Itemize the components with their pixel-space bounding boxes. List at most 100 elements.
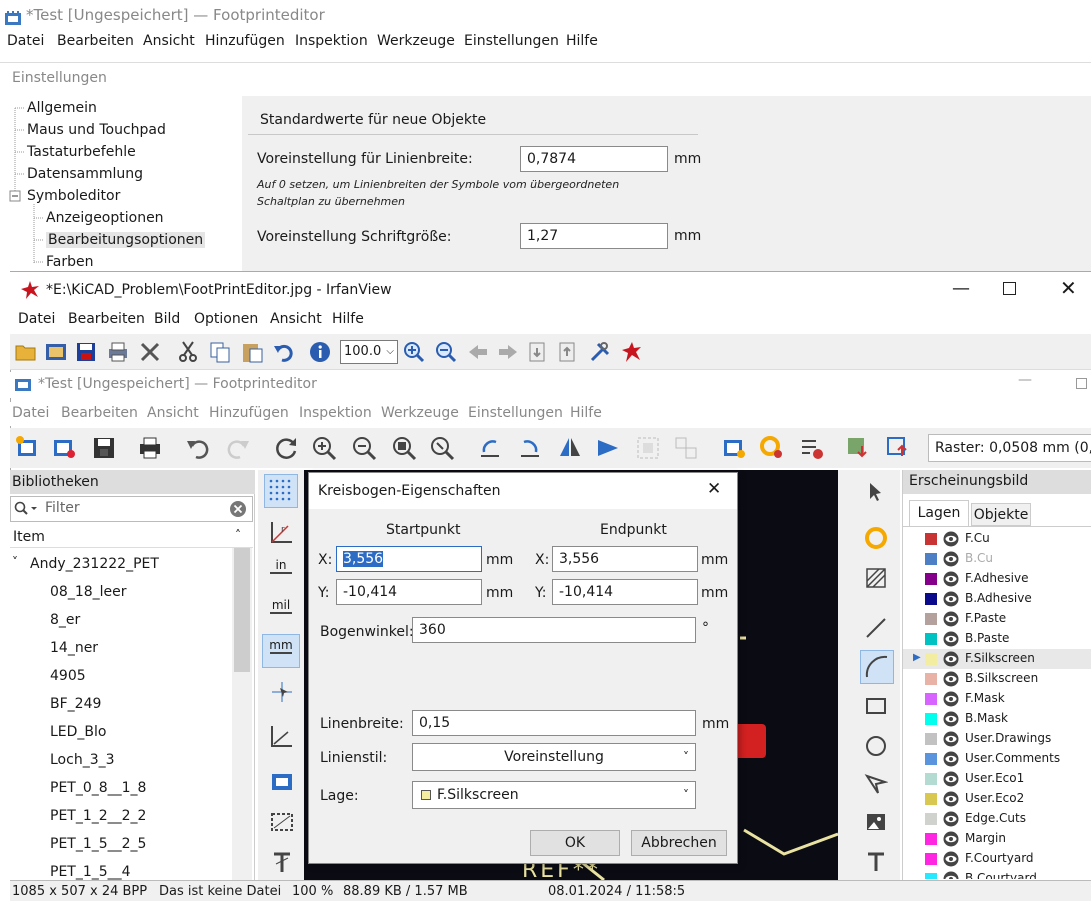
eye-icon[interactable] [943, 771, 959, 787]
zoom-selection-icon[interactable] [428, 434, 456, 462]
start-x-input[interactable]: 3,556 [336, 546, 482, 572]
units-mil-button[interactable]: mil [262, 598, 300, 626]
layer-color-swatch[interactable] [925, 613, 937, 625]
paste-icon[interactable] [240, 340, 264, 364]
list-item[interactable]: Loch_3_3 [50, 752, 115, 768]
angle-input[interactable]: 360 [412, 617, 696, 643]
ok-button[interactable]: OK [530, 830, 620, 856]
slideshow-icon[interactable] [44, 340, 68, 364]
layer-row[interactable]: F.Adhesive [903, 569, 1091, 589]
layer-row[interactable]: User.Eco1 [903, 769, 1091, 789]
tab-lagen[interactable]: Lagen [909, 500, 969, 526]
draw-rectangle-icon[interactable] [864, 694, 888, 718]
list-item[interactable]: PET_1_5__4 [50, 864, 131, 880]
zoom-select[interactable]: 100.0 ⌵ [340, 340, 398, 364]
menu-hilfe[interactable]: Hilfe [566, 33, 598, 49]
menu-datei[interactable]: Datei [7, 33, 44, 49]
footprint-properties-icon[interactable] [720, 434, 748, 462]
inner-print-icon[interactable] [136, 434, 164, 462]
tools-icon[interactable] [588, 340, 612, 364]
select-arrow-icon[interactable] [864, 480, 888, 504]
flip-icon[interactable] [594, 434, 622, 462]
font-size-input[interactable]: 1,27 [520, 223, 668, 249]
eye-icon[interactable] [943, 811, 959, 827]
rotate-ccw-icon[interactable] [476, 434, 504, 462]
layer-color-swatch[interactable] [925, 733, 937, 745]
zoom-fit-icon[interactable] [390, 434, 418, 462]
layer-color-swatch[interactable] [925, 793, 937, 805]
inner-menu-datei[interactable]: Datei [12, 405, 49, 421]
inner-zoom-out-icon[interactable] [350, 434, 378, 462]
inner-menu-hilfe[interactable]: Hilfe [570, 405, 602, 421]
layer-row[interactable]: B.Silkscreen [903, 669, 1091, 689]
scrollbar-thumb[interactable] [234, 548, 250, 672]
layer-row[interactable]: User.Drawings [903, 729, 1091, 749]
layer-row[interactable]: B.Cu [903, 549, 1091, 569]
filter-input[interactable]: Filter [45, 500, 80, 516]
zoom-in-icon[interactable] [402, 340, 426, 364]
grid-select[interactable]: Raster: 0,0508 mm (0,00 [928, 434, 1091, 462]
delete-icon[interactable] [138, 340, 162, 364]
iv-menu-ansicht[interactable]: Ansicht [270, 311, 322, 327]
clear-filter-icon[interactable] [229, 500, 247, 518]
eye-icon[interactable] [943, 851, 959, 867]
layer-row[interactable]: User.Comments [903, 749, 1091, 769]
next-icon[interactable] [496, 340, 520, 364]
iv-menu-bild[interactable]: Bild [154, 311, 180, 327]
cut-icon[interactable] [176, 340, 200, 364]
layer-color-swatch[interactable] [925, 873, 937, 879]
tree-item-farben[interactable]: Farben [46, 254, 93, 270]
tree-item-maus[interactable]: Maus und Touchpad [27, 122, 166, 138]
pad-display-icon[interactable] [268, 768, 296, 796]
eye-icon[interactable] [943, 791, 959, 807]
axes-icon[interactable] [268, 722, 296, 750]
inner-menu-inspektion[interactable]: Inspektion [299, 405, 372, 421]
list-item[interactable]: 08_18_leer [50, 584, 127, 600]
eye-icon[interactable] [943, 671, 959, 687]
list-item[interactable]: PET_0_8__1_8 [50, 780, 146, 796]
list-item[interactable]: LED_Blo [50, 724, 107, 740]
eye-icon[interactable] [943, 531, 959, 547]
layer-row[interactable]: Margin [903, 829, 1091, 849]
iv-menu-optionen[interactable]: Optionen [194, 311, 258, 327]
layer-color-swatch[interactable] [925, 553, 937, 565]
list-item[interactable]: 4905 [50, 668, 86, 684]
layer-color-swatch[interactable] [925, 673, 937, 685]
end-y-input[interactable]: -10,414 [552, 579, 698, 605]
linestyle-select[interactable]: Voreinstellung ˅ [412, 743, 696, 771]
chevron-down-icon[interactable]: ˅ [12, 555, 18, 569]
pad-settings-icon[interactable] [758, 434, 786, 462]
layer-row[interactable]: User.Eco2 [903, 789, 1091, 809]
layer-row[interactable]: Edge.Cuts [903, 809, 1091, 829]
inner-menu-einstellungen[interactable]: Einstellungen [468, 405, 563, 421]
eye-icon[interactable] [943, 551, 959, 567]
outline-display-icon[interactable] [268, 808, 296, 836]
add-pad-icon[interactable] [864, 526, 888, 550]
eye-icon[interactable] [943, 651, 959, 667]
inner-menu-werkzeuge[interactable]: Werkzeuge [381, 405, 459, 421]
layer-color-swatch[interactable] [925, 753, 937, 765]
line-width-input[interactable]: 0,7874 [520, 146, 668, 172]
library-filter[interactable]: Filter [10, 496, 253, 522]
layer-color-swatch[interactable] [925, 773, 937, 785]
layer-color-swatch[interactable] [925, 813, 937, 825]
layer-color-swatch[interactable] [925, 633, 937, 645]
eye-icon[interactable] [943, 871, 959, 879]
insert-into-board-icon[interactable] [884, 434, 912, 462]
menu-hinzufuegen[interactable]: Hinzufügen [205, 33, 285, 49]
tree-item-anzeigeoptionen[interactable]: Anzeigeoptionen [46, 210, 164, 226]
start-y-input[interactable]: -10,414 [336, 579, 482, 605]
eye-icon[interactable] [943, 831, 959, 847]
eye-icon[interactable] [943, 591, 959, 607]
layer-color-swatch[interactable] [925, 833, 937, 845]
inner-maximize-icon[interactable] [1076, 378, 1087, 389]
eye-icon[interactable] [943, 631, 959, 647]
chevron-up-icon[interactable]: ˄ [235, 528, 241, 542]
rotate-cw-icon[interactable] [516, 434, 544, 462]
inner-menu-ansicht[interactable]: Ansicht [147, 405, 199, 421]
close-icon[interactable]: ✕ [1060, 276, 1077, 300]
menu-werkzeuge[interactable]: Werkzeuge [377, 33, 455, 49]
menu-einstellungen[interactable]: Einstellungen [464, 33, 559, 49]
layer-row[interactable]: B.Mask [903, 709, 1091, 729]
layer-color-swatch[interactable] [925, 573, 937, 585]
